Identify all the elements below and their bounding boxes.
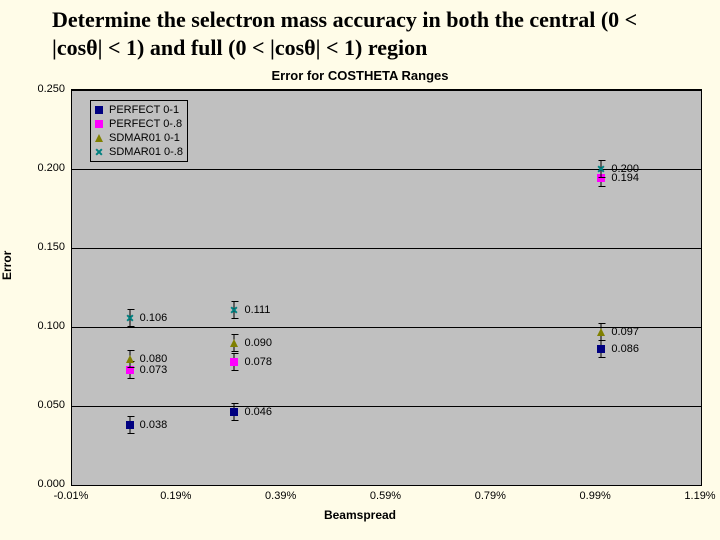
x-icon (230, 306, 238, 314)
legend: PERFECT 0-1 PERFECT 0-.8 SDMAR01 0-1 SDMAR0… (90, 100, 188, 162)
data-label: 0.086 (611, 343, 639, 355)
data-label: 0.106 (140, 312, 168, 324)
x-axis-label: Beamspread (0, 508, 720, 522)
x-tick: 0.39% (265, 490, 296, 502)
x-tick: 0.59% (370, 490, 401, 502)
y-tick: 0.000 (25, 478, 65, 490)
y-tick: 0.250 (25, 83, 65, 95)
data-point (126, 314, 134, 322)
square-icon (230, 358, 238, 366)
data-point (230, 339, 238, 347)
x-tick: 0.79% (475, 490, 506, 502)
legend-item: PERFECT 0-.8 (95, 117, 183, 131)
data-label: 0.038 (140, 419, 168, 431)
triangle-icon (126, 355, 134, 363)
x-tick: -0.01% (54, 490, 89, 502)
triangle-icon (597, 328, 605, 336)
tri-oliv-icon (95, 134, 103, 142)
data-label: 0.097 (611, 326, 639, 338)
data-point (597, 328, 605, 336)
legend-label: PERFECT 0-.8 (109, 118, 182, 130)
y-tick: 0.150 (25, 241, 65, 253)
gridline (72, 169, 701, 170)
data-point (230, 358, 238, 366)
y-axis-label: Error (0, 251, 14, 280)
data-point (230, 306, 238, 314)
gridline (72, 327, 701, 328)
legend-label: SDMAR01 0-1 (109, 132, 180, 144)
triangle-icon (230, 339, 238, 347)
x-tick: 0.19% (160, 490, 191, 502)
data-label: 0.073 (140, 364, 168, 376)
data-label: 0.111 (244, 304, 270, 316)
x-teal-icon (95, 148, 103, 156)
data-label: 0.078 (244, 356, 272, 368)
data-point (597, 165, 605, 173)
x-tick: 1.19% (684, 490, 715, 502)
legend-item: SDMAR01 0-.8 (95, 145, 183, 159)
y-tick: 0.200 (25, 162, 65, 174)
square-icon (126, 421, 134, 429)
square-icon (230, 408, 238, 416)
data-label: 0.046 (244, 406, 272, 418)
data-label: 0.090 (244, 337, 272, 349)
gridline (72, 248, 701, 249)
y-tick: 0.050 (25, 399, 65, 411)
data-point (126, 421, 134, 429)
data-label: 0.080 (140, 353, 168, 365)
square-icon (597, 345, 605, 353)
gridline (72, 90, 701, 91)
data-label: 0.200 (611, 163, 639, 175)
data-point (126, 355, 134, 363)
legend-label: PERFECT 0-1 (109, 104, 179, 116)
legend-item: SDMAR01 0-1 (95, 131, 183, 145)
sq-navy-icon (95, 106, 103, 114)
gridline (72, 406, 701, 407)
y-tick: 0.100 (25, 320, 65, 332)
x-icon (126, 314, 134, 322)
x-icon (597, 165, 605, 173)
data-point (597, 345, 605, 353)
x-tick: 0.99% (580, 490, 611, 502)
legend-label: SDMAR01 0-.8 (109, 146, 183, 158)
legend-item: PERFECT 0-1 (95, 103, 183, 117)
data-point (230, 408, 238, 416)
gridline (72, 485, 701, 486)
chart-title: Error for COSTHETA Ranges (0, 68, 720, 83)
page-title: Determine the selectron mass accuracy in… (52, 6, 688, 61)
sq-pink-icon (95, 120, 103, 128)
